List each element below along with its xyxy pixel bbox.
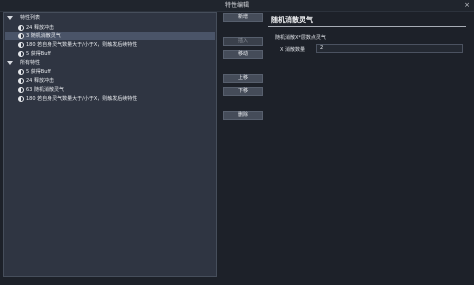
chevron-down-icon[interactable] bbox=[7, 61, 13, 65]
tree-item-label: 5 获得Buff bbox=[26, 69, 51, 75]
x-count-input[interactable]: 2 bbox=[316, 44, 463, 53]
tree-item-label: 24 释放冲击 bbox=[26, 78, 54, 84]
tree-group-label: 特性列表 bbox=[20, 15, 41, 21]
detail-title: 随机消散灵气 bbox=[271, 16, 313, 24]
trait-detail-panel: 随机消散灵气 随机消散X*层数点灵气 X 消散数量 2 bbox=[268, 12, 470, 277]
divider bbox=[268, 26, 466, 27]
chevron-down-icon[interactable] bbox=[7, 16, 13, 20]
half-circle-icon bbox=[18, 87, 24, 93]
tree-item-label: 63 随机消散灵气 bbox=[26, 87, 64, 93]
title-bar: 特性编辑 × bbox=[0, 0, 474, 12]
tree-item-label: 180 若自身灵气数量大于/小于X，则触发后续特性 bbox=[26, 96, 138, 102]
delete-button[interactable]: 删除 bbox=[223, 111, 263, 120]
trait-tree[interactable]: 特性列表 24 释放冲击 3 随机消散灵气 180 若自身灵气数量大于/小于X，… bbox=[3, 12, 217, 277]
half-circle-icon bbox=[18, 78, 24, 84]
tree-item-selected[interactable]: 3 随机消散灵气 bbox=[5, 32, 215, 40]
window-title: 特性编辑 bbox=[224, 2, 249, 9]
tree-item-label: 3 随机消散灵气 bbox=[26, 33, 61, 39]
move-button[interactable]: 移动 bbox=[223, 50, 263, 59]
close-icon[interactable]: × bbox=[464, 1, 470, 10]
half-circle-icon bbox=[18, 25, 24, 31]
half-circle-icon bbox=[18, 96, 24, 102]
tree-item-label: 24 释放冲击 bbox=[26, 25, 54, 31]
tree-item-label: 180 若自身灵气数量大于/小于X，则触发后续特性 bbox=[26, 42, 138, 48]
insert-button[interactable]: 插入 bbox=[223, 37, 263, 46]
half-circle-icon bbox=[18, 42, 24, 48]
move-down-button[interactable]: 下移 bbox=[223, 87, 263, 96]
half-circle-icon bbox=[18, 51, 24, 57]
tree-group-label: 所有特性 bbox=[20, 60, 41, 66]
add-button[interactable]: 新增 bbox=[223, 13, 263, 22]
tree-item-label: 5 获得Buff bbox=[26, 51, 51, 57]
half-circle-icon bbox=[18, 69, 24, 75]
move-up-button[interactable]: 上移 bbox=[223, 74, 263, 83]
x-count-label: X 消散数量 bbox=[280, 47, 306, 53]
detail-description: 随机消散X*层数点灵气 bbox=[275, 35, 326, 41]
half-circle-icon bbox=[18, 33, 24, 39]
